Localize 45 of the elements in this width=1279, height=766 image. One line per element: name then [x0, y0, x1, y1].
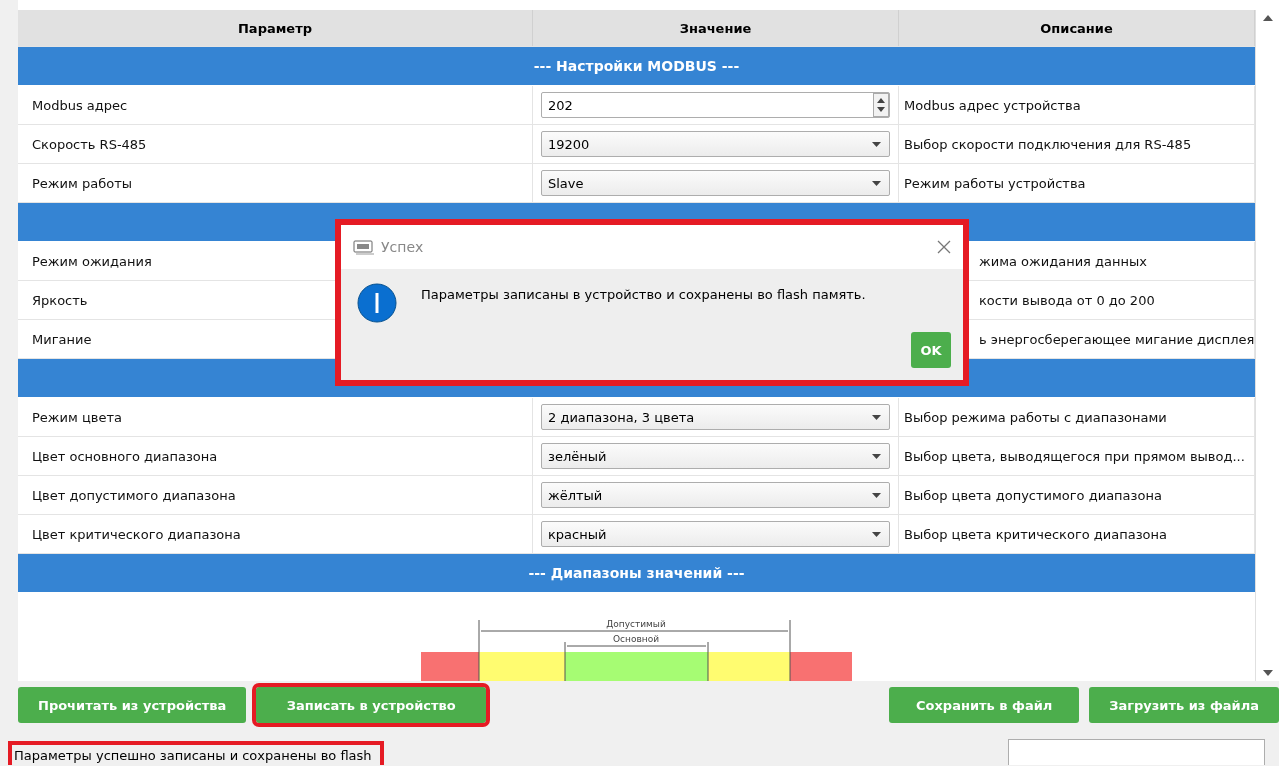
number-field[interactable]: 202 — [541, 92, 890, 118]
column-header[interactable]: Значение — [533, 10, 899, 46]
close-icon[interactable] — [937, 240, 951, 254]
table-cell-text: Выбор скорости подключения для RS-485 — [903, 136, 1192, 152]
scroll-up-icon[interactable] — [1262, 14, 1273, 22]
table-cell-text: Выбор цвета, выводящегося при прямом вывод... — [903, 448, 1245, 464]
table-cell-text: Выбор режима работы с диапазонами — [903, 409, 1167, 425]
table-cell: Цвет критического диапазона — [18, 515, 533, 553]
column-header[interactable]: Описание — [899, 10, 1255, 46]
dropdown[interactable]: Slave — [541, 170, 890, 196]
section-header: --- Настройки MODBUS --- — [18, 47, 1255, 86]
dropdown-caret-icon — [872, 180, 881, 186]
table-cell: Цвет допустимого диапазона — [18, 476, 533, 514]
dropdown[interactable]: 19200 — [541, 131, 890, 157]
table-cell-text: ь энергосберегающее мигание дисплея — [978, 331, 1254, 347]
table-cell-text: кости вывода от 0 до 200 — [978, 292, 1155, 308]
dialog-title: Успех — [381, 239, 425, 255]
table-cell-text: Выбор цвета допустимого диапазона — [903, 487, 1162, 503]
dropdown[interactable]: красный — [541, 521, 890, 547]
dropdown[interactable]: 2 диапазона, 3 цвета — [541, 404, 890, 430]
table-cell-text: Modbus адрес устройства — [903, 97, 1081, 113]
dropdown-caret-icon — [872, 414, 881, 420]
table-cell: Режим работы — [18, 164, 533, 202]
table-cell-text: Режим работы устройства — [903, 175, 1086, 191]
dropdown[interactable]: жёлтый — [541, 482, 890, 508]
table-cell-text: жима ожидания данных — [978, 253, 1147, 269]
dropdown-caret-icon — [872, 141, 881, 147]
section-header: --- Диапазоны значений --- — [18, 554, 1255, 593]
dropdown-caret-icon — [872, 531, 881, 537]
app-icon — [353, 239, 375, 255]
range-diagram: Допустимый Основной — [419, 593, 854, 681]
status-message: Параметры успешно записаны и сохранены во flash — [8, 741, 384, 765]
table-cell: Цвет основного диапазона — [18, 437, 533, 475]
status-field[interactable] — [1008, 739, 1265, 765]
dropdown[interactable]: зелёный — [541, 443, 890, 469]
dropdown-caret-icon — [872, 453, 881, 459]
table-cell: Modbus адрес — [18, 86, 533, 124]
column-header[interactable]: Параметр — [18, 10, 533, 46]
spin-arrows-icon[interactable] — [873, 93, 889, 117]
table-cell: Режим цвета — [18, 398, 533, 436]
scroll-down-icon[interactable] — [1262, 669, 1273, 677]
info-icon — [357, 283, 397, 323]
table-cell-text: Выбор цвета критического диапазона — [903, 526, 1168, 542]
dropdown-caret-icon — [872, 492, 881, 498]
table-cell: Скорость RS-485 — [18, 125, 533, 163]
